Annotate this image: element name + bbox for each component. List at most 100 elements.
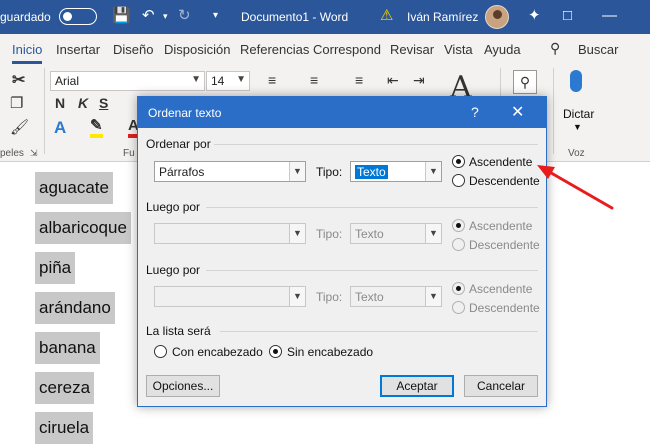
chevron-down-icon[interactable]: ▼ bbox=[573, 122, 582, 132]
without-header-label[interactable]: Sin encabezado bbox=[287, 345, 373, 359]
save-icon[interactable]: 💾 bbox=[112, 7, 131, 25]
tab-vista[interactable]: Vista bbox=[444, 42, 473, 57]
find-icon[interactable]: ⚲ bbox=[513, 70, 537, 94]
search-icon[interactable]: ⚲ bbox=[550, 40, 560, 57]
ascending-label[interactable]: Ascendente bbox=[469, 155, 532, 169]
undo-icon[interactable]: ↶ bbox=[142, 7, 155, 25]
chevron-down-icon[interactable]: ▼ bbox=[289, 224, 305, 243]
autosave-label: guardado bbox=[0, 10, 51, 24]
multilevel-list-icon[interactable]: ≡ bbox=[355, 72, 363, 88]
with-header-label[interactable]: Con encabezado bbox=[172, 345, 263, 359]
list-header-label: La lista será bbox=[146, 324, 211, 338]
title-bar: guardado 💾 ↶ ▾ ↻ ▾ Documento1 - Word ⚠ I… bbox=[0, 0, 650, 34]
ascending-label[interactable]: Ascendente bbox=[469, 219, 532, 233]
chevron-down-icon[interactable]: ▼ bbox=[425, 287, 441, 306]
dialog-title-bar: Ordenar texto ? ✕ bbox=[138, 97, 546, 128]
type-value: Texto bbox=[355, 165, 388, 179]
highlight-icon[interactable]: ✎ bbox=[90, 118, 103, 138]
then-by-type-select[interactable]: Texto ▼ bbox=[350, 286, 442, 307]
tab-disposicion[interactable]: Disposición bbox=[164, 42, 230, 57]
format-painter-icon[interactable]: 🖌 bbox=[10, 118, 29, 136]
list-item: piña bbox=[35, 252, 76, 284]
then-by-label: Luego por bbox=[146, 263, 201, 277]
increase-indent-icon[interactable]: ⇥ bbox=[413, 72, 425, 89]
chevron-down-icon[interactable]: ▼ bbox=[191, 74, 201, 85]
divider bbox=[206, 270, 538, 271]
italic-button[interactable]: K bbox=[78, 95, 88, 111]
descending-label[interactable]: Descendente bbox=[469, 238, 540, 252]
customize-toolbar-icon[interactable]: ▾ bbox=[213, 7, 218, 25]
sort-text-dialog: Ordenar texto ? ✕ Ordenar por Párrafos ▼… bbox=[137, 96, 547, 407]
list-item: arándano bbox=[35, 292, 115, 324]
bold-button[interactable]: N bbox=[55, 95, 65, 111]
font-group-label: Fu bbox=[123, 148, 135, 159]
cut-icon[interactable]: ✂ bbox=[12, 70, 25, 90]
clipboard-launcher-icon[interactable]: ⇲ bbox=[30, 148, 38, 159]
chevron-down-icon[interactable]: ▼ bbox=[289, 287, 305, 306]
tab-inicio[interactable]: Inicio bbox=[12, 42, 43, 64]
text-effects-icon[interactable]: A bbox=[54, 118, 66, 138]
redo-icon[interactable]: ↻ bbox=[178, 7, 191, 25]
minimize-icon[interactable]: — bbox=[602, 7, 617, 25]
then-by-label: Luego por bbox=[146, 200, 201, 214]
help-button[interactable]: ? bbox=[471, 104, 479, 120]
tab-correspondencia[interactable]: Correspondencia bbox=[313, 42, 381, 57]
list-item: ciruela bbox=[35, 412, 94, 444]
designer-icon[interactable]: ✦ bbox=[528, 7, 541, 25]
descending-radio[interactable] bbox=[452, 174, 465, 187]
copy-icon[interactable]: ❐ bbox=[10, 94, 23, 112]
close-icon[interactable]: ✕ bbox=[511, 102, 524, 122]
user-name[interactable]: Iván Ramírez bbox=[407, 10, 478, 24]
ribbon-tabs: Inicio Insertar Diseño Disposición Refer… bbox=[0, 34, 650, 64]
then-by-type-select[interactable]: Texto ▼ bbox=[350, 223, 442, 244]
type-label: Tipo: bbox=[316, 290, 343, 304]
microphone-icon[interactable] bbox=[570, 70, 582, 92]
descending-radio[interactable] bbox=[452, 301, 465, 314]
tab-ayuda[interactable]: Ayuda bbox=[484, 42, 521, 57]
chevron-down-icon[interactable]: ▼ bbox=[425, 162, 441, 181]
numbering-icon[interactable]: ≡ bbox=[310, 72, 318, 88]
tab-insertar[interactable]: Insertar bbox=[56, 42, 100, 57]
undo-dropdown-icon[interactable]: ▾ bbox=[163, 7, 168, 25]
dictate-label[interactable]: Dictar bbox=[563, 107, 594, 121]
options-button[interactable]: Opciones... bbox=[146, 375, 220, 397]
avatar[interactable] bbox=[485, 5, 509, 29]
ribbon-options-icon[interactable]: □ bbox=[563, 7, 572, 25]
tab-referencias[interactable]: Referencias bbox=[240, 42, 309, 57]
font-name-combo[interactable]: Arial ▼ bbox=[50, 71, 205, 91]
warning-icon[interactable]: ⚠ bbox=[380, 7, 393, 25]
ascending-label[interactable]: Ascendente bbox=[469, 282, 532, 296]
tab-revisar[interactable]: Revisar bbox=[390, 42, 434, 57]
search-label[interactable]: Buscar bbox=[578, 42, 618, 57]
descending-label[interactable]: Descendente bbox=[469, 301, 540, 315]
type-select[interactable]: Texto ▼ bbox=[350, 161, 442, 182]
annotation-arrow-icon bbox=[537, 165, 614, 210]
autosave-toggle[interactable] bbox=[59, 8, 97, 25]
ascending-radio[interactable] bbox=[452, 155, 465, 168]
descending-radio[interactable] bbox=[452, 238, 465, 251]
clipboard-group-label: peles bbox=[0, 148, 24, 159]
ascending-radio[interactable] bbox=[452, 219, 465, 232]
chevron-down-icon[interactable]: ▼ bbox=[236, 74, 246, 85]
with-header-radio[interactable] bbox=[154, 345, 167, 358]
without-header-radio[interactable] bbox=[269, 345, 282, 358]
chevron-down-icon[interactable]: ▼ bbox=[289, 162, 305, 181]
then-by-select[interactable]: ▼ bbox=[154, 286, 306, 307]
underline-button[interactable]: S bbox=[99, 95, 108, 111]
bullets-icon[interactable]: ≡ bbox=[268, 72, 276, 88]
divider bbox=[214, 144, 538, 145]
separator bbox=[553, 68, 554, 154]
font-size-combo[interactable]: 14 ▼ bbox=[206, 71, 250, 91]
list-item: banana bbox=[35, 332, 100, 364]
then-by-type-value: Texto bbox=[355, 290, 384, 304]
ascending-radio[interactable] bbox=[452, 282, 465, 295]
ok-button[interactable]: Aceptar bbox=[380, 375, 454, 397]
cancel-button[interactable]: Cancelar bbox=[464, 375, 538, 397]
sort-by-value: Párrafos bbox=[159, 165, 205, 179]
decrease-indent-icon[interactable]: ⇤ bbox=[387, 72, 399, 89]
sort-by-select[interactable]: Párrafos ▼ bbox=[154, 161, 306, 182]
chevron-down-icon[interactable]: ▼ bbox=[425, 224, 441, 243]
then-by-select[interactable]: ▼ bbox=[154, 223, 306, 244]
sort-by-label: Ordenar por bbox=[146, 137, 211, 151]
tab-diseno[interactable]: Diseño bbox=[113, 42, 153, 57]
